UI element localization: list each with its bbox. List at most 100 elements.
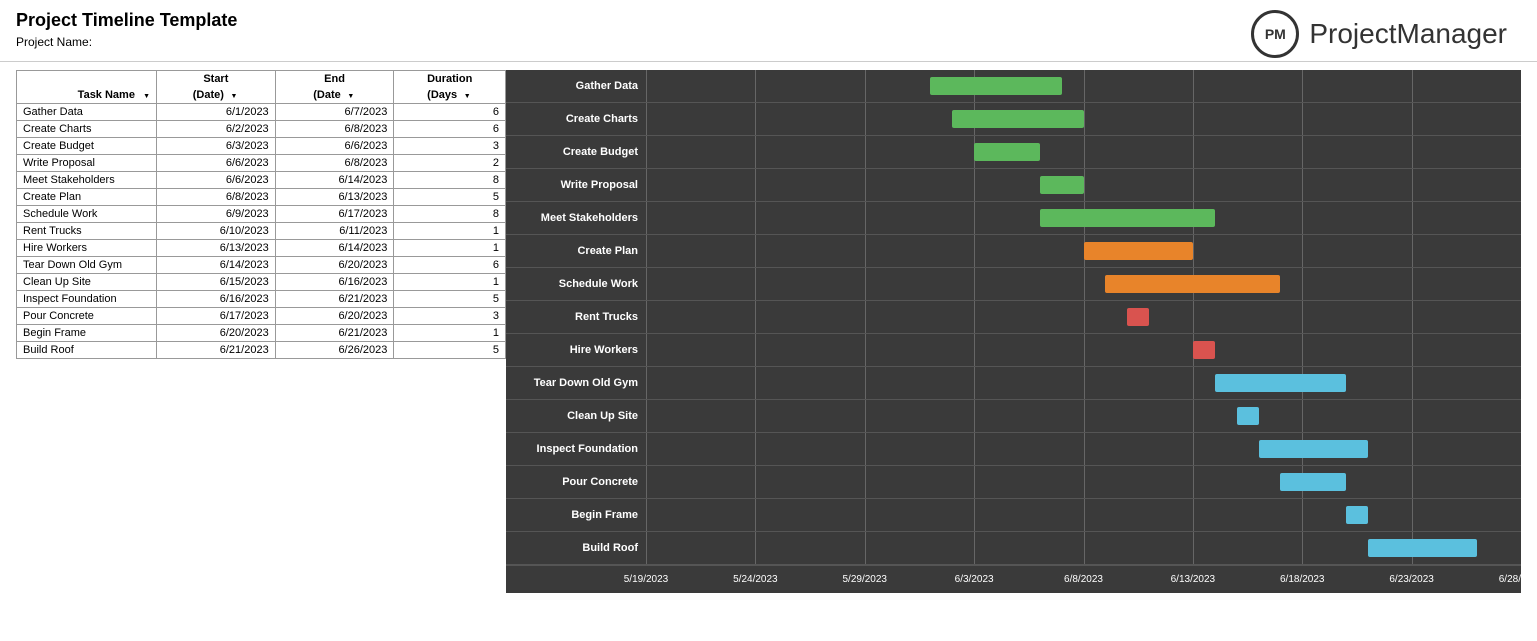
gantt-grid-line [974,532,975,564]
gantt-grid-line [974,334,975,366]
cell-task-name: Tear Down Old Gym [17,257,157,274]
gantt-grid-line [865,400,866,432]
cell-end: 6/14/2023 [275,240,394,257]
gantt-grid-line [1193,466,1194,498]
cell-end: 6/21/2023 [275,291,394,308]
cell-duration: 8 [394,206,506,223]
gantt-row-label: Build Roof [506,542,646,554]
gantt-bar [1127,308,1149,326]
cell-duration: 1 [394,325,506,342]
table-body: Gather Data 6/1/2023 6/7/2023 6 Create C… [17,104,506,359]
gantt-bar [1280,473,1346,491]
gantt-grid-line [1412,334,1413,366]
gantt-grid-line [974,268,975,300]
gantt-axis-label: 6/3/2023 [955,574,994,585]
gantt-row: Meet Stakeholders [506,202,1521,235]
gantt-grid-line [1084,499,1085,531]
gantt-bar [1193,341,1215,359]
gantt-grid-line [646,103,647,135]
cell-task-name: Meet Stakeholders [17,172,157,189]
cell-start: 6/6/2023 [157,172,276,189]
gantt-bar-area [646,136,1521,168]
task-table: Task Name Start End Duration (Date) (Dat… [16,70,506,359]
gantt-grid-line [974,499,975,531]
gantt-row: Create Plan [506,235,1521,268]
cell-duration: 6 [394,121,506,138]
gantt-row: Tear Down Old Gym [506,367,1521,400]
start-filter-icon[interactable] [229,89,239,97]
cell-end: 6/17/2023 [275,206,394,223]
cell-start: 6/8/2023 [157,189,276,206]
gantt-grid-line [865,268,866,300]
gantt-bar [1237,407,1259,425]
gantt-grid-line [1084,433,1085,465]
gantt-bar [974,143,1040,161]
cell-end: 6/21/2023 [275,325,394,342]
col-subheader-end: (Date [275,87,394,104]
gantt-grid-line [1193,433,1194,465]
gantt-bar [1215,374,1346,392]
col-header-task: Task Name [17,71,157,104]
gantt-axis-label: 5/24/2023 [733,574,778,585]
gantt-grid-line [1193,400,1194,432]
col-subheader-duration: (Days [394,87,506,104]
gantt-bar [1084,242,1193,260]
cell-task-name: Schedule Work [17,206,157,223]
gantt-bar-area [646,202,1521,234]
gantt-axis: 5/19/20235/24/20235/29/20236/3/20236/8/2… [506,565,1521,593]
cell-end: 6/14/2023 [275,172,394,189]
gantt-row-label: Begin Frame [506,509,646,521]
gantt-grid-line [1302,136,1303,168]
gantt-grid-line [646,367,647,399]
gantt-row-label: Clean Up Site [506,410,646,422]
cell-duration: 1 [394,223,506,240]
cell-duration: 8 [394,172,506,189]
end-filter-icon[interactable] [346,89,356,97]
table-row: Hire Workers 6/13/2023 6/14/2023 1 [17,240,506,257]
cell-start: 6/13/2023 [157,240,276,257]
gantt-grid-line [755,202,756,234]
gantt-bar-area [646,103,1521,135]
cell-end: 6/13/2023 [275,189,394,206]
gantt-row: Rent Trucks [506,301,1521,334]
gantt-grid-line [755,70,756,102]
cell-end: 6/6/2023 [275,138,394,155]
gantt-grid-line [1084,334,1085,366]
gantt-grid-line [1302,235,1303,267]
gantt-bar-area [646,334,1521,366]
gantt-grid-line [1084,301,1085,333]
gantt-bar [1368,539,1477,557]
gantt-grid-line [1193,103,1194,135]
gantt-grid-line [865,532,866,564]
gantt-axis-label: 6/18/2023 [1280,574,1325,585]
gantt-row-label: Rent Trucks [506,311,646,323]
gantt-grid-line [1193,169,1194,201]
table-row: Create Plan 6/8/2023 6/13/2023 5 [17,189,506,206]
pm-brand-name: ProjectManager [1309,18,1507,50]
gantt-grid-line [1193,367,1194,399]
gantt-grid-line [1084,367,1085,399]
gantt-grid-line [646,433,647,465]
gantt-row-label: Schedule Work [506,278,646,290]
gantt-bar-area [646,400,1521,432]
gantt-grid-line [1084,169,1085,201]
gantt-bar-area [646,367,1521,399]
gantt-bar-area [646,268,1521,300]
gantt-bar [1040,209,1215,227]
cell-duration: 5 [394,189,506,206]
gantt-grid-line [646,532,647,564]
table-row: Create Charts 6/2/2023 6/8/2023 6 [17,121,506,138]
gantt-grid-line [1302,103,1303,135]
cell-task-name: Pour Concrete [17,308,157,325]
dur-filter-icon[interactable] [462,89,472,97]
cell-start: 6/14/2023 [157,257,276,274]
gantt-grid-line [865,202,866,234]
gantt-grid-line [1302,169,1303,201]
cell-start: 6/9/2023 [157,206,276,223]
task-filter-icon[interactable] [140,89,150,97]
gantt-row-label: Meet Stakeholders [506,212,646,224]
gantt-axis-label: 6/23/2023 [1389,574,1434,585]
gantt-grid-line [755,103,756,135]
gantt-grid-line [974,400,975,432]
gantt-axis-label: 5/29/2023 [843,574,888,585]
